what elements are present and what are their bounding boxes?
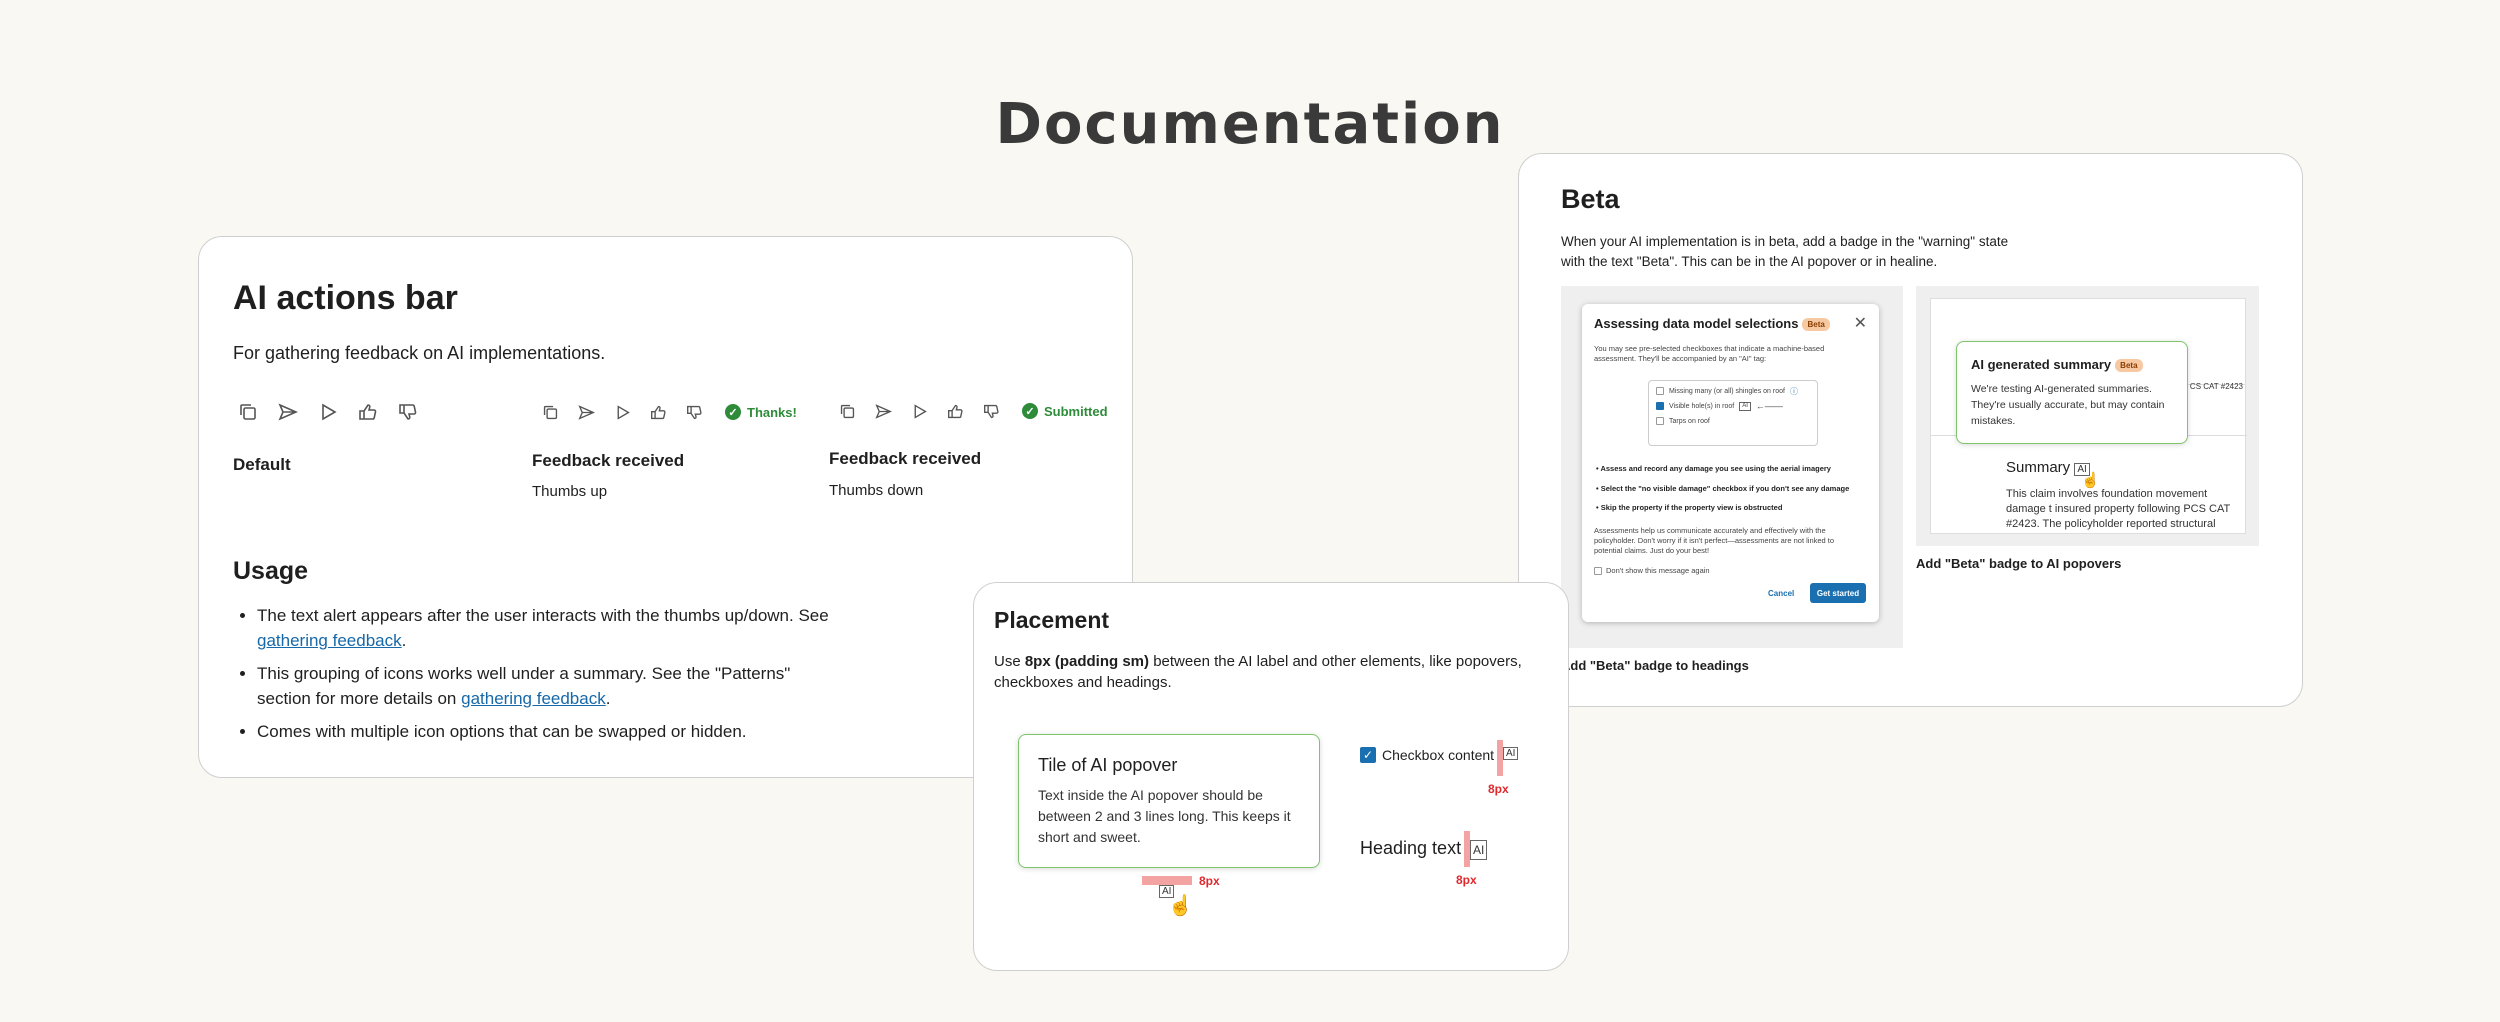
usage-heading: Usage: [233, 557, 309, 585]
variant-title: Default: [233, 455, 291, 474]
gathering-feedback-link[interactable]: gathering feedback: [257, 631, 402, 650]
popover-title: Tile of AI popover: [1038, 755, 1178, 775]
card-title: AI actions bar: [233, 279, 458, 317]
popover-body: Text inside the AI popover should be bet…: [1038, 787, 1291, 845]
bullet-item: • Assess and record any damage you see u…: [1596, 464, 1831, 473]
variant-title: Feedback received: [829, 449, 982, 468]
heading-example-panel: Assessing data model selections Beta ✕ Yo…: [1561, 286, 1903, 648]
cancel-button[interactable]: Cancel: [1768, 589, 1794, 598]
send-icon[interactable]: [870, 398, 896, 424]
modal-intro: You may see pre-selected checkboxes that…: [1594, 344, 1825, 363]
summary-text: This claim involves foundation movement …: [2006, 488, 2230, 530]
checkbox-example[interactable]: ✓ Checkbox content: [1360, 747, 1494, 763]
ai-tag: AI: [1739, 401, 1751, 411]
thumbs-down-icon[interactable]: [681, 399, 707, 425]
ai-popover: Tile of AI popover Text inside the AI po…: [1018, 734, 1320, 868]
status-thanks: ✓ Thanks!: [725, 404, 797, 420]
claim-reference: CS CAT #2423: [2189, 382, 2243, 391]
play-icon[interactable]: [906, 398, 932, 424]
card-title: Beta: [1561, 184, 1620, 214]
summary-heading: Summary AI: [2006, 459, 2090, 476]
checkbox[interactable]: [1656, 387, 1664, 395]
close-icon[interactable]: ✕: [1854, 313, 1867, 333]
play-icon[interactable]: [315, 399, 341, 425]
list-item: Comes with multiple icon options that ca…: [257, 719, 833, 744]
thumbs-up-icon[interactable]: [942, 398, 968, 424]
ai-tag[interactable]: AI: [1503, 747, 1519, 760]
ai-actions-bar-thumbs-up: ✓ Thanks!: [537, 399, 797, 425]
ai-popover: AI generated summary Beta We're testing A…: [1956, 341, 2188, 444]
spacing-label: 8px: [1488, 782, 1509, 796]
send-icon[interactable]: [573, 399, 599, 425]
checkbox[interactable]: [1656, 417, 1664, 425]
card-description: When your AI implementation is in beta, …: [1561, 234, 2009, 269]
card-description: For gathering feedback on AI implementat…: [233, 343, 606, 363]
bullet-item: • Select the "no visible damage" checkbo…: [1596, 484, 1850, 493]
arrow-left-icon: ←——: [1755, 401, 1783, 411]
status-submitted: ✓ Submitted: [1022, 403, 1108, 419]
spacing-label: 8px: [1199, 874, 1220, 888]
send-icon[interactable]: [275, 399, 301, 425]
beta-modal: Assessing data model selections Beta ✕ Yo…: [1582, 304, 1879, 622]
caption-popovers: Add "Beta" badge to AI popovers: [1916, 556, 2122, 571]
checkbox-row[interactable]: Tarps on roof: [1656, 416, 1810, 426]
copy-icon[interactable]: [834, 398, 860, 424]
popover-title: AI generated summary Beta: [1971, 357, 2143, 373]
heading-example: Heading text: [1360, 838, 1462, 858]
bullet-item: • Skip the property if the property view…: [1596, 503, 1783, 512]
variant-subtitle: Thumbs up: [532, 483, 608, 500]
gathering-feedback-link[interactable]: gathering feedback: [461, 689, 606, 708]
checkbox[interactable]: [1656, 402, 1664, 410]
spacing-indicator: [1142, 876, 1192, 885]
dont-show-checkbox[interactable]: Don't show this message again: [1594, 566, 1864, 576]
play-icon[interactable]: [609, 399, 635, 425]
ai-actions-bar-thumbs-down: ✓ Submitted: [834, 398, 1108, 424]
checkbox-label: Checkbox content: [1382, 747, 1495, 763]
popover-example-panel: CS CAT #2423 Summary AI This claim invol…: [1916, 286, 2259, 546]
pointer-hand-icon: ☝: [1168, 895, 1193, 917]
ai-tag[interactable]: AI: [1470, 840, 1488, 860]
variant-title: Feedback received: [532, 451, 685, 470]
beta-badge: Beta: [2115, 359, 2143, 373]
info-icon: ⓘ: [1789, 386, 1798, 396]
popover-body: We're testing AI-generated summaries. Th…: [1971, 383, 2165, 427]
modal-footer-text: Assessments help us communicate accurate…: [1594, 526, 1835, 555]
card-description: Use 8px (padding sm) between the AI labe…: [994, 653, 1522, 691]
checkbox-row[interactable]: Missing many (or all) shingles on roof ⓘ: [1656, 386, 1810, 396]
checkbox-group: Missing many (or all) shingles on roof ⓘ …: [1648, 380, 1818, 446]
thumbs-up-icon[interactable]: [645, 399, 671, 425]
list-item: This grouping of icons works well under …: [257, 661, 833, 711]
pointer-hand-icon: ☝: [2081, 472, 2100, 489]
spacing-label: 8px: [1456, 873, 1477, 887]
thumbs-down-icon[interactable]: [395, 399, 421, 425]
get-started-button[interactable]: Get started: [1810, 583, 1866, 603]
thumbs-down-icon[interactable]: [978, 398, 1004, 424]
placement-card: Placement Use 8px (padding sm) between t…: [973, 582, 1569, 971]
ai-actions-bar-default: [235, 399, 421, 425]
modal-title: Assessing data model selections Beta: [1594, 316, 1830, 332]
usage-list: The text alert appears after the user in…: [233, 603, 833, 752]
variant-subtitle: Thumbs down: [829, 482, 924, 499]
beta-badge: Beta: [1802, 318, 1830, 332]
page-title: Documentation: [995, 92, 1505, 157]
copy-icon[interactable]: [235, 399, 261, 425]
check-circle-icon: ✓: [725, 404, 741, 420]
beta-card: Beta When your AI implementation is in b…: [1518, 153, 2303, 707]
check-circle-icon: ✓: [1022, 403, 1038, 419]
card-title: Placement: [994, 607, 1110, 633]
copy-icon[interactable]: [537, 399, 563, 425]
checkbox-row[interactable]: Visible hole(s) in roof AI ←——: [1656, 401, 1810, 411]
list-item: The text alert appears after the user in…: [257, 603, 833, 653]
checkbox-checked[interactable]: ✓: [1360, 747, 1376, 763]
thumbs-up-icon[interactable]: [355, 399, 381, 425]
checkbox[interactable]: [1594, 567, 1602, 575]
caption-headings: Add "Beta" badge to headings: [1561, 658, 1749, 673]
